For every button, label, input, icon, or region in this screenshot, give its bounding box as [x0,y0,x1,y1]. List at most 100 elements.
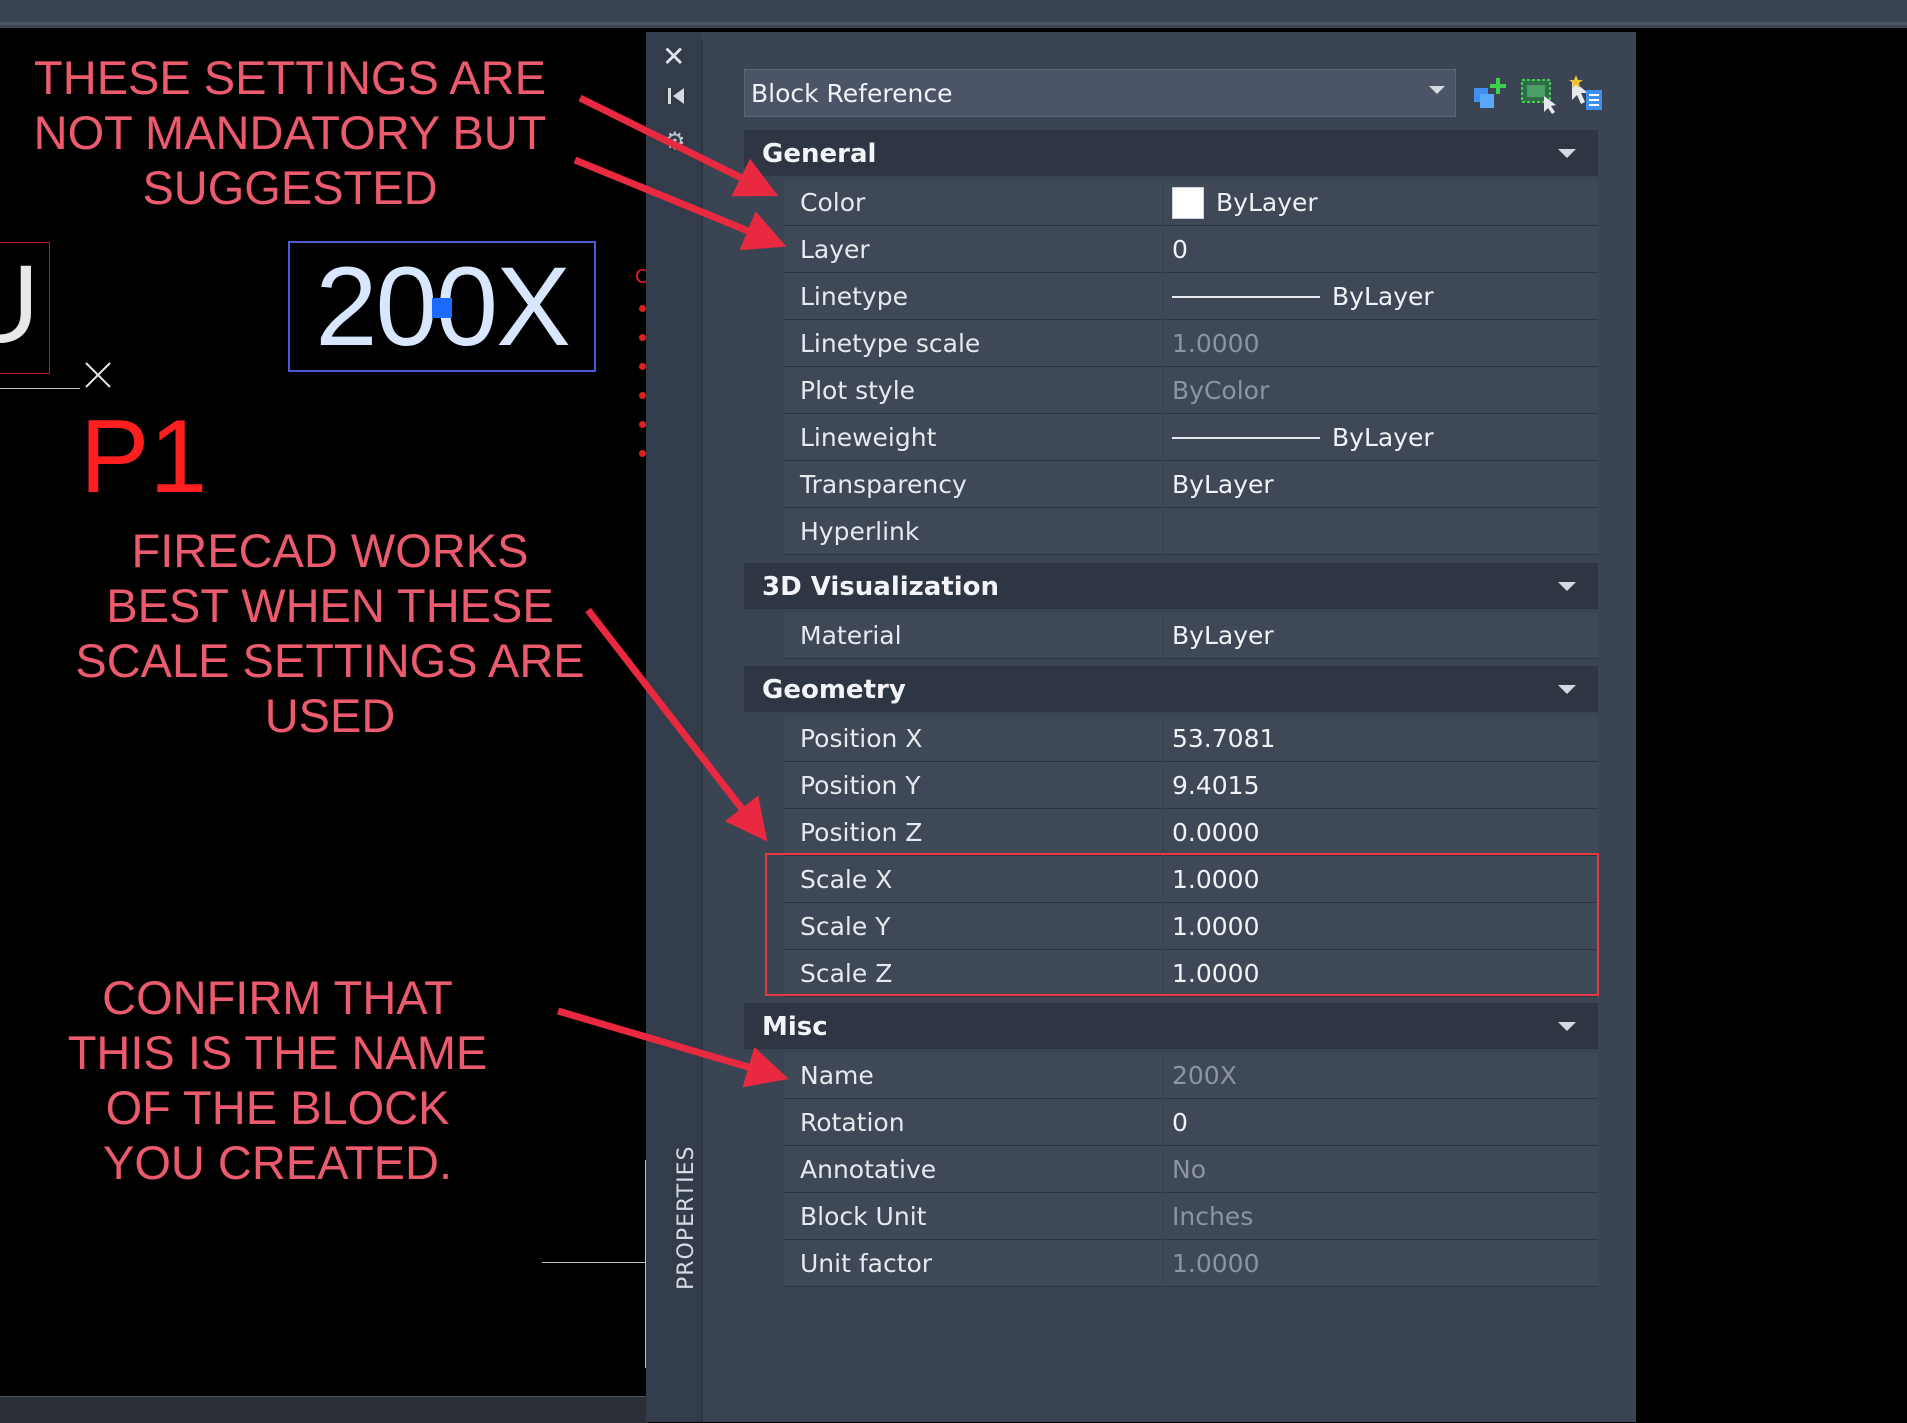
prop-label-cell: Hyperlink [784,508,1162,555]
prop-value: 1.0000 [1172,1249,1260,1278]
quick-add-icon[interactable] [1470,74,1510,114]
gear-icon[interactable]: ⚙ [664,127,686,155]
prop-row-material[interactable]: Material ByLayer [784,612,1598,659]
section-title: Geometry [762,675,906,705]
section-misc-header[interactable]: Misc [744,1003,1598,1049]
prop-row-transparency[interactable]: Transparency ByLayer [784,461,1598,508]
prop-label-cell: Linetype scale [784,320,1162,367]
section-title: General [762,139,877,169]
prop-value-cell[interactable]: 0 [1164,1099,1598,1146]
prop-value-cell[interactable]: ByLayer [1164,179,1598,226]
annotation-line: FIRECAD WORKS [131,524,529,577]
annotation-line: THIS IS THE NAME [67,1026,488,1079]
prop-row-linetype-scale[interactable]: Linetype scale 1.0000 [784,320,1598,367]
prop-label: Transparency [800,470,967,499]
select-objects-icon[interactable] [1518,74,1558,114]
prop-value: Inches [1172,1202,1254,1231]
close-icon[interactable]: ✕ [662,40,685,73]
prop-label-cell: Transparency [784,461,1162,508]
chevron-down-icon[interactable] [1558,685,1576,694]
object-type-dropdown[interactable]: Block Reference [744,69,1456,117]
prop-value-cell[interactable]: Inches [1164,1193,1598,1240]
prop-value-cell[interactable]: 1.0000 [1164,1240,1598,1287]
prop-value-cell[interactable]: ByLayer [1164,414,1598,461]
prop-row-layer[interactable]: Layer 0 [784,226,1598,273]
prop-label: Name [800,1061,874,1090]
prop-value: No [1172,1155,1206,1184]
prop-label-cell: Layer [784,226,1162,273]
prop-label-cell: Unit factor [784,1240,1162,1287]
prop-label-cell: Rotation [784,1099,1162,1146]
prop-row-color[interactable]: Color ByLayer [784,179,1598,226]
prop-label: Linetype [800,282,908,311]
p1-label: P1 [80,399,208,515]
prop-row-unit-factor[interactable]: Unit factor 1.0000 [784,1240,1598,1287]
prop-row-name[interactable]: Name 200X [784,1052,1598,1099]
prop-value-cell[interactable]: 53.7081 [1164,715,1598,762]
prop-value-cell[interactable]: ByLayer [1164,612,1598,659]
prop-row-lineweight[interactable]: Lineweight ByLayer [784,414,1598,461]
section-general-header[interactable]: General [744,130,1598,176]
prop-label-cell: Color [784,179,1162,226]
section-title: Misc [762,1012,828,1042]
prop-value: 0 [1172,235,1188,264]
ucs-axis-horizontal [542,1262,646,1263]
prop-row-position-x[interactable]: Position X 53.7081 [784,715,1598,762]
status-bar [0,1396,648,1423]
red-dot [639,334,646,341]
prop-row-position-z[interactable]: Position Z 0.0000 [784,809,1598,856]
chevron-down-icon[interactable] [1558,582,1576,591]
pin-icon[interactable] [665,85,687,107]
annotation-line: BEST WHEN THESE [106,579,554,632]
annotation-line: OF THE BLOCK [105,1081,450,1134]
prop-value-cell[interactable]: No [1164,1146,1598,1193]
prop-value-cell[interactable]: 9.4015 [1164,762,1598,809]
prop-value-cell[interactable]: 200X [1164,1052,1598,1099]
color-swatch [1172,187,1204,219]
prop-value: ByColor [1172,376,1270,405]
prop-value-cell[interactable]: ByLayer [1164,273,1598,320]
prop-value-cell[interactable]: 1.0000 [1164,320,1598,367]
prop-label: Annotative [800,1155,937,1184]
prop-label-cell: Linetype [784,273,1162,320]
palette-title: PROPERTIES [674,1145,699,1290]
chevron-down-icon[interactable] [1558,1022,1576,1031]
prop-value: ByLayer [1332,423,1434,452]
prop-row-rotation[interactable]: Rotation 0 [784,1099,1598,1146]
prop-label-cell: Name [784,1052,1162,1099]
annotation-line: SUGGESTED [142,161,438,214]
prop-label-cell: Position X [784,715,1162,762]
prop-value-cell[interactable]: ByLayer [1164,461,1598,508]
prop-value-cell[interactable]: 0.0000 [1164,809,1598,856]
annotation-line: YOU CREATED. [102,1136,453,1189]
prop-row-position-y[interactable]: Position Y 9.4015 [784,762,1598,809]
block-grip-handle[interactable] [432,298,452,318]
prop-label-cell: Lineweight [784,414,1162,461]
prop-label: Layer [800,235,870,264]
prop-label: Material [800,621,902,650]
prop-value: 0 [1172,1108,1188,1137]
prop-label: Color [800,188,866,217]
prop-label: Position Z [800,818,923,847]
prop-value-cell[interactable] [1164,508,1598,555]
prop-row-hyperlink[interactable]: Hyperlink [784,508,1598,555]
top-bar-divider [0,22,1907,25]
object-type-value: Block Reference [751,79,953,108]
section-3d-visualization-header[interactable]: 3D Visualization [744,563,1598,609]
prop-row-linetype[interactable]: Linetype ByLayer [784,273,1598,320]
chevron-down-icon [1429,86,1445,94]
prop-label-cell: Position Y [784,762,1162,809]
pickadd-icon[interactable] [1566,74,1606,114]
prop-label: Rotation [800,1108,905,1137]
prop-row-block-unit[interactable]: Block Unit Inches [784,1193,1598,1240]
prop-row-plot-style[interactable]: Plot style ByColor [784,367,1598,414]
prop-value: 9.4015 [1172,771,1260,800]
section-geometry-header[interactable]: Geometry [744,666,1598,712]
prop-label: Linetype scale [800,329,981,358]
prop-value-cell[interactable]: 0 [1164,226,1598,273]
prop-value: ByLayer [1172,621,1274,650]
chevron-down-icon[interactable] [1558,149,1576,158]
prop-value-cell[interactable]: ByColor [1164,367,1598,414]
prop-row-annotative[interactable]: Annotative No [784,1146,1598,1193]
annotation-line: NOT MANDATORY BUT [33,106,547,159]
